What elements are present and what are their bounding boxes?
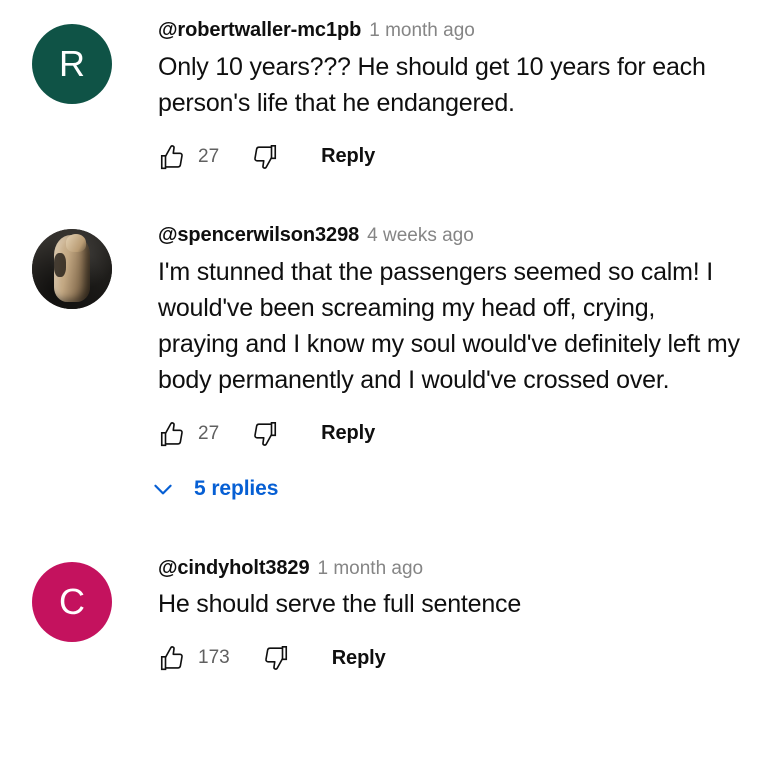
thumbs-up-icon [160, 144, 183, 169]
chevron-down-icon [154, 484, 172, 495]
comment-text: He should serve the full sentence [158, 590, 522, 619]
avatar-container: R [32, 18, 112, 104]
avatar-photo-shadow [53, 252, 67, 277]
comment-timestamp[interactable]: 1 month ago [369, 20, 475, 43]
avatar[interactable]: C [32, 561, 112, 642]
thumbs-down-icon [264, 646, 287, 671]
avatar-container: C [32, 556, 112, 642]
avatar-initial: C [59, 580, 85, 622]
comment-actions: 27 Reply [158, 414, 740, 454]
comment-item: @spencerwilson3298 4 weeks ago I'm stunn… [0, 223, 764, 454]
comment-actions: 27 Reply [158, 137, 740, 177]
dislike-button[interactable] [249, 419, 279, 449]
comment-text: I'm stunned that the passengers seemed s… [158, 257, 740, 394]
comment-meta: @robertwaller-mc1pb 1 month ago [158, 18, 740, 43]
comment-meta: @cindyholt3829 1 month ago [158, 556, 740, 581]
comment-body: @spencerwilson3298 4 weeks ago I'm stunn… [112, 223, 740, 454]
dislike-button[interactable] [249, 142, 279, 172]
thumbs-up-icon [160, 421, 183, 446]
comment-item: C @cindyholt3829 1 month ago He should s… [0, 556, 764, 679]
view-replies-button[interactable]: 5 replies [0, 476, 764, 502]
comment-meta: @spencerwilson3298 4 weeks ago [158, 223, 740, 248]
avatar-photo-head [65, 234, 87, 252]
comment-body: @cindyholt3829 1 month ago He should ser… [112, 556, 740, 679]
comment-timestamp[interactable]: 4 weeks ago [367, 225, 474, 248]
comments-section: R @robertwaller-mc1pb 1 month ago Only 1… [0, 0, 764, 678]
thumbs-down-icon [254, 421, 277, 446]
comment-author[interactable]: @cindyholt3829 [158, 556, 310, 580]
reply-button[interactable]: Reply [321, 145, 375, 168]
comment-author[interactable]: @spencerwilson3298 [158, 223, 359, 247]
avatar-container [32, 223, 112, 309]
avatar-initial: R [59, 43, 85, 84]
like-button[interactable]: 27 [158, 419, 219, 449]
comment-actions: 173 Reply [158, 638, 740, 678]
replies-count-label: 5 replies [194, 476, 279, 500]
like-count: 27 [198, 422, 220, 444]
avatar[interactable]: R [32, 24, 112, 104]
thumbs-up-icon [160, 646, 183, 671]
like-count: 27 [198, 145, 220, 167]
dislike-button[interactable] [260, 643, 290, 673]
comment-body: @robertwaller-mc1pb 1 month ago Only 10 … [112, 18, 740, 177]
like-count: 173 [198, 647, 230, 669]
comment-item: R @robertwaller-mc1pb 1 month ago Only 1… [0, 18, 764, 177]
reply-button[interactable]: Reply [321, 422, 375, 445]
comment-thread: C @cindyholt3829 1 month ago He should s… [0, 556, 764, 679]
comment-author[interactable]: @robertwaller-mc1pb [158, 18, 361, 42]
comment-thread: R @robertwaller-mc1pb 1 month ago Only 1… [0, 18, 764, 177]
comment-timestamp[interactable]: 1 month ago [317, 558, 423, 581]
like-button[interactable]: 173 [158, 643, 230, 673]
comment-thread: @spencerwilson3298 4 weeks ago I'm stunn… [0, 223, 764, 502]
thread-spacer [0, 177, 764, 223]
thumbs-down-icon [254, 144, 277, 169]
comment-text: Only 10 years??? He should get 10 years … [158, 52, 706, 117]
reply-button[interactable]: Reply [332, 647, 386, 670]
thread-spacer [0, 502, 764, 556]
like-button[interactable]: 27 [158, 142, 219, 172]
avatar[interactable] [32, 228, 112, 309]
